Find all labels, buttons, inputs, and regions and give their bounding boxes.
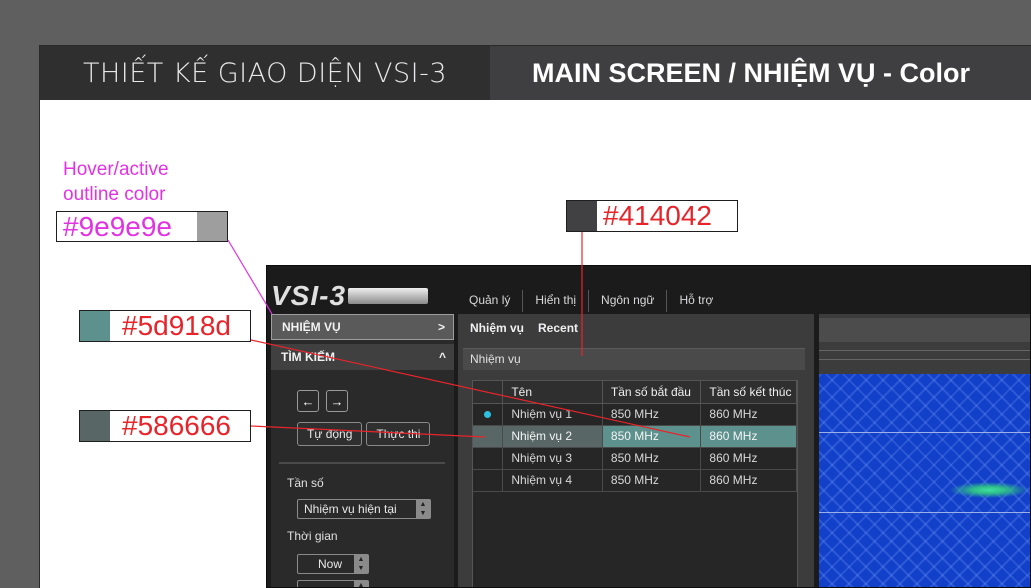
- table-row[interactable]: Nhiệm vụ 4 850 MHz 860 MHz: [473, 469, 797, 492]
- hover-color-hex: #9e9e9e: [63, 211, 173, 242]
- cell-start: 850 MHz: [602, 425, 702, 448]
- nav-arrows: ← →: [297, 390, 348, 412]
- tab-bar: Nhiệm vụ Recent: [458, 314, 814, 342]
- marker-line: [819, 432, 1030, 433]
- tab-nhiem-vu[interactable]: Nhiệm vụ: [470, 321, 524, 335]
- freq-select[interactable]: Nhiệm vụ hiện tại ▲ ▼: [297, 499, 431, 519]
- menu-ngon-ngu[interactable]: Ngôn ngữ: [589, 290, 668, 312]
- execute-button[interactable]: Thực thi: [366, 422, 431, 446]
- arrow-right-button[interactable]: →: [326, 390, 348, 412]
- spinner-icon[interactable]: ▲▼: [354, 555, 368, 573]
- active-color-chip: [80, 311, 110, 341]
- cell-start: 850 MHz: [602, 403, 702, 426]
- sidebar: NHIỆM VỤ > TÌM KIẾM ^ ← → Tự động Thực t…: [271, 314, 454, 587]
- cell-status: [473, 425, 504, 448]
- hover-row-color-hex: #586666: [122, 410, 232, 441]
- spectrum-panel: [819, 314, 1030, 587]
- vsi3-app-window: VSI-3 Quản lý Hiển thị Ngôn ngữ Hỗ trợ N…: [266, 265, 1031, 588]
- waterfall-display[interactable]: [819, 374, 1030, 587]
- table-row[interactable]: Nhiệm vụ 1 850 MHz 860 MHz: [473, 403, 797, 426]
- hover-color-chip: [197, 212, 227, 241]
- cell-start: 850 MHz: [602, 447, 702, 470]
- hover-color-swatch: #9e9e9e: [56, 211, 228, 242]
- cell-start: 850 MHz: [602, 469, 702, 492]
- time-select[interactable]: Now ▲ ▼: [297, 554, 369, 574]
- freq-select-value: Nhiệm vụ hiện tại: [304, 502, 397, 516]
- cell-status: [473, 447, 504, 470]
- cell-name: Nhiệm vụ 3: [502, 447, 603, 470]
- sidebar-item-tim-kiem[interactable]: TÌM KIẾM ^: [271, 344, 454, 370]
- section-header: Nhiệm vụ: [463, 348, 805, 370]
- cell-end: 860 MHz: [700, 469, 797, 492]
- arrow-left-button[interactable]: ←: [297, 390, 319, 412]
- running-indicator: [473, 403, 504, 426]
- cell-name: Nhiệm vụ 4: [502, 469, 603, 492]
- hover-row-color-swatch: #586666: [79, 410, 251, 442]
- vsi3-logo: VSI-3: [271, 280, 429, 311]
- table-header: Tên Tần số bắt đầu Tần số kết thúc: [473, 381, 797, 404]
- panel-color-swatch: #414042: [566, 200, 738, 232]
- tab-recent[interactable]: Recent: [538, 321, 578, 335]
- sidebar-item-label: NHIỆM VỤ: [282, 320, 341, 334]
- column-header-start[interactable]: Tần số bắt đầu: [602, 381, 702, 404]
- task-panel: Nhiệm vụ Recent Nhiệm vụ Tên Tần số bắt …: [458, 314, 814, 587]
- cell-name: Nhiệm vụ 1: [502, 403, 603, 426]
- hover-annotation-label: Hover/active outline color: [63, 159, 169, 205]
- panel-color-hex: #414042: [603, 200, 713, 231]
- active-color-swatch: #5d918d: [79, 310, 251, 342]
- divider: [279, 462, 445, 464]
- chevron-up-icon: ^: [438, 350, 446, 364]
- hover-row-color-chip: [80, 411, 110, 441]
- menu-quan-ly[interactable]: Quản lý: [457, 290, 524, 312]
- freq-label: Tần số: [287, 476, 324, 490]
- time-label: Thời gian: [287, 529, 338, 543]
- screen-title: MAIN SCREEN / NHIỆM VỤ - Color: [490, 46, 1031, 100]
- column-header-name[interactable]: Tên: [502, 381, 603, 404]
- cell-status: [473, 469, 504, 492]
- sidebar-item-nhiem-vu[interactable]: NHIỆM VỤ >: [271, 314, 454, 340]
- sheet-title: THIẾT KẾ GIAO DIỆN VSI-3: [40, 46, 490, 100]
- spinner-icon[interactable]: ▲▼: [416, 500, 430, 518]
- logo-text: VSI-3: [271, 280, 347, 311]
- table-row[interactable]: Nhiệm vụ 2 850 MHz 860 MHz: [473, 425, 797, 448]
- auto-button[interactable]: Tự động: [297, 422, 363, 446]
- column-header-end[interactable]: Tần số kết thúc: [700, 381, 797, 404]
- action-buttons: Tự động Thực thi: [297, 422, 431, 446]
- cell-end: 860 MHz: [700, 447, 797, 470]
- cell-end: 860 MHz: [700, 403, 797, 426]
- menu-hien-thi[interactable]: Hiển thị: [523, 290, 590, 312]
- time-select-value: Now: [318, 557, 343, 571]
- column-header-status: [473, 381, 504, 404]
- sidebar-item-label: TÌM KIẾM: [281, 350, 335, 364]
- marker-line: [819, 512, 1030, 513]
- chevron-right-icon: >: [437, 320, 445, 334]
- menu-ho-tro[interactable]: Hỗ trợ: [667, 290, 725, 312]
- task-table: Tên Tần số bắt đầu Tần số kết thúc Nhiệm…: [472, 380, 798, 587]
- active-color-hex: #5d918d: [122, 310, 232, 341]
- cell-end: 860 MHz: [700, 425, 797, 448]
- spinner-icon[interactable]: ▲▼: [354, 581, 368, 587]
- spectrum-toolbar: [819, 318, 1030, 342]
- table-row[interactable]: Nhiệm vụ 3 850 MHz 860 MHz: [473, 447, 797, 470]
- panel-color-chip: [567, 201, 597, 231]
- menu-bar: Quản lý Hiển thị Ngôn ngữ Hỗ trợ: [457, 290, 725, 312]
- status-dot-icon: [484, 411, 492, 418]
- time-select-2[interactable]: ▲▼: [297, 580, 369, 587]
- spectrum-ruler: [819, 350, 1030, 360]
- logo-bar: [348, 288, 429, 304]
- cell-name: Nhiệm vụ 2: [502, 425, 603, 448]
